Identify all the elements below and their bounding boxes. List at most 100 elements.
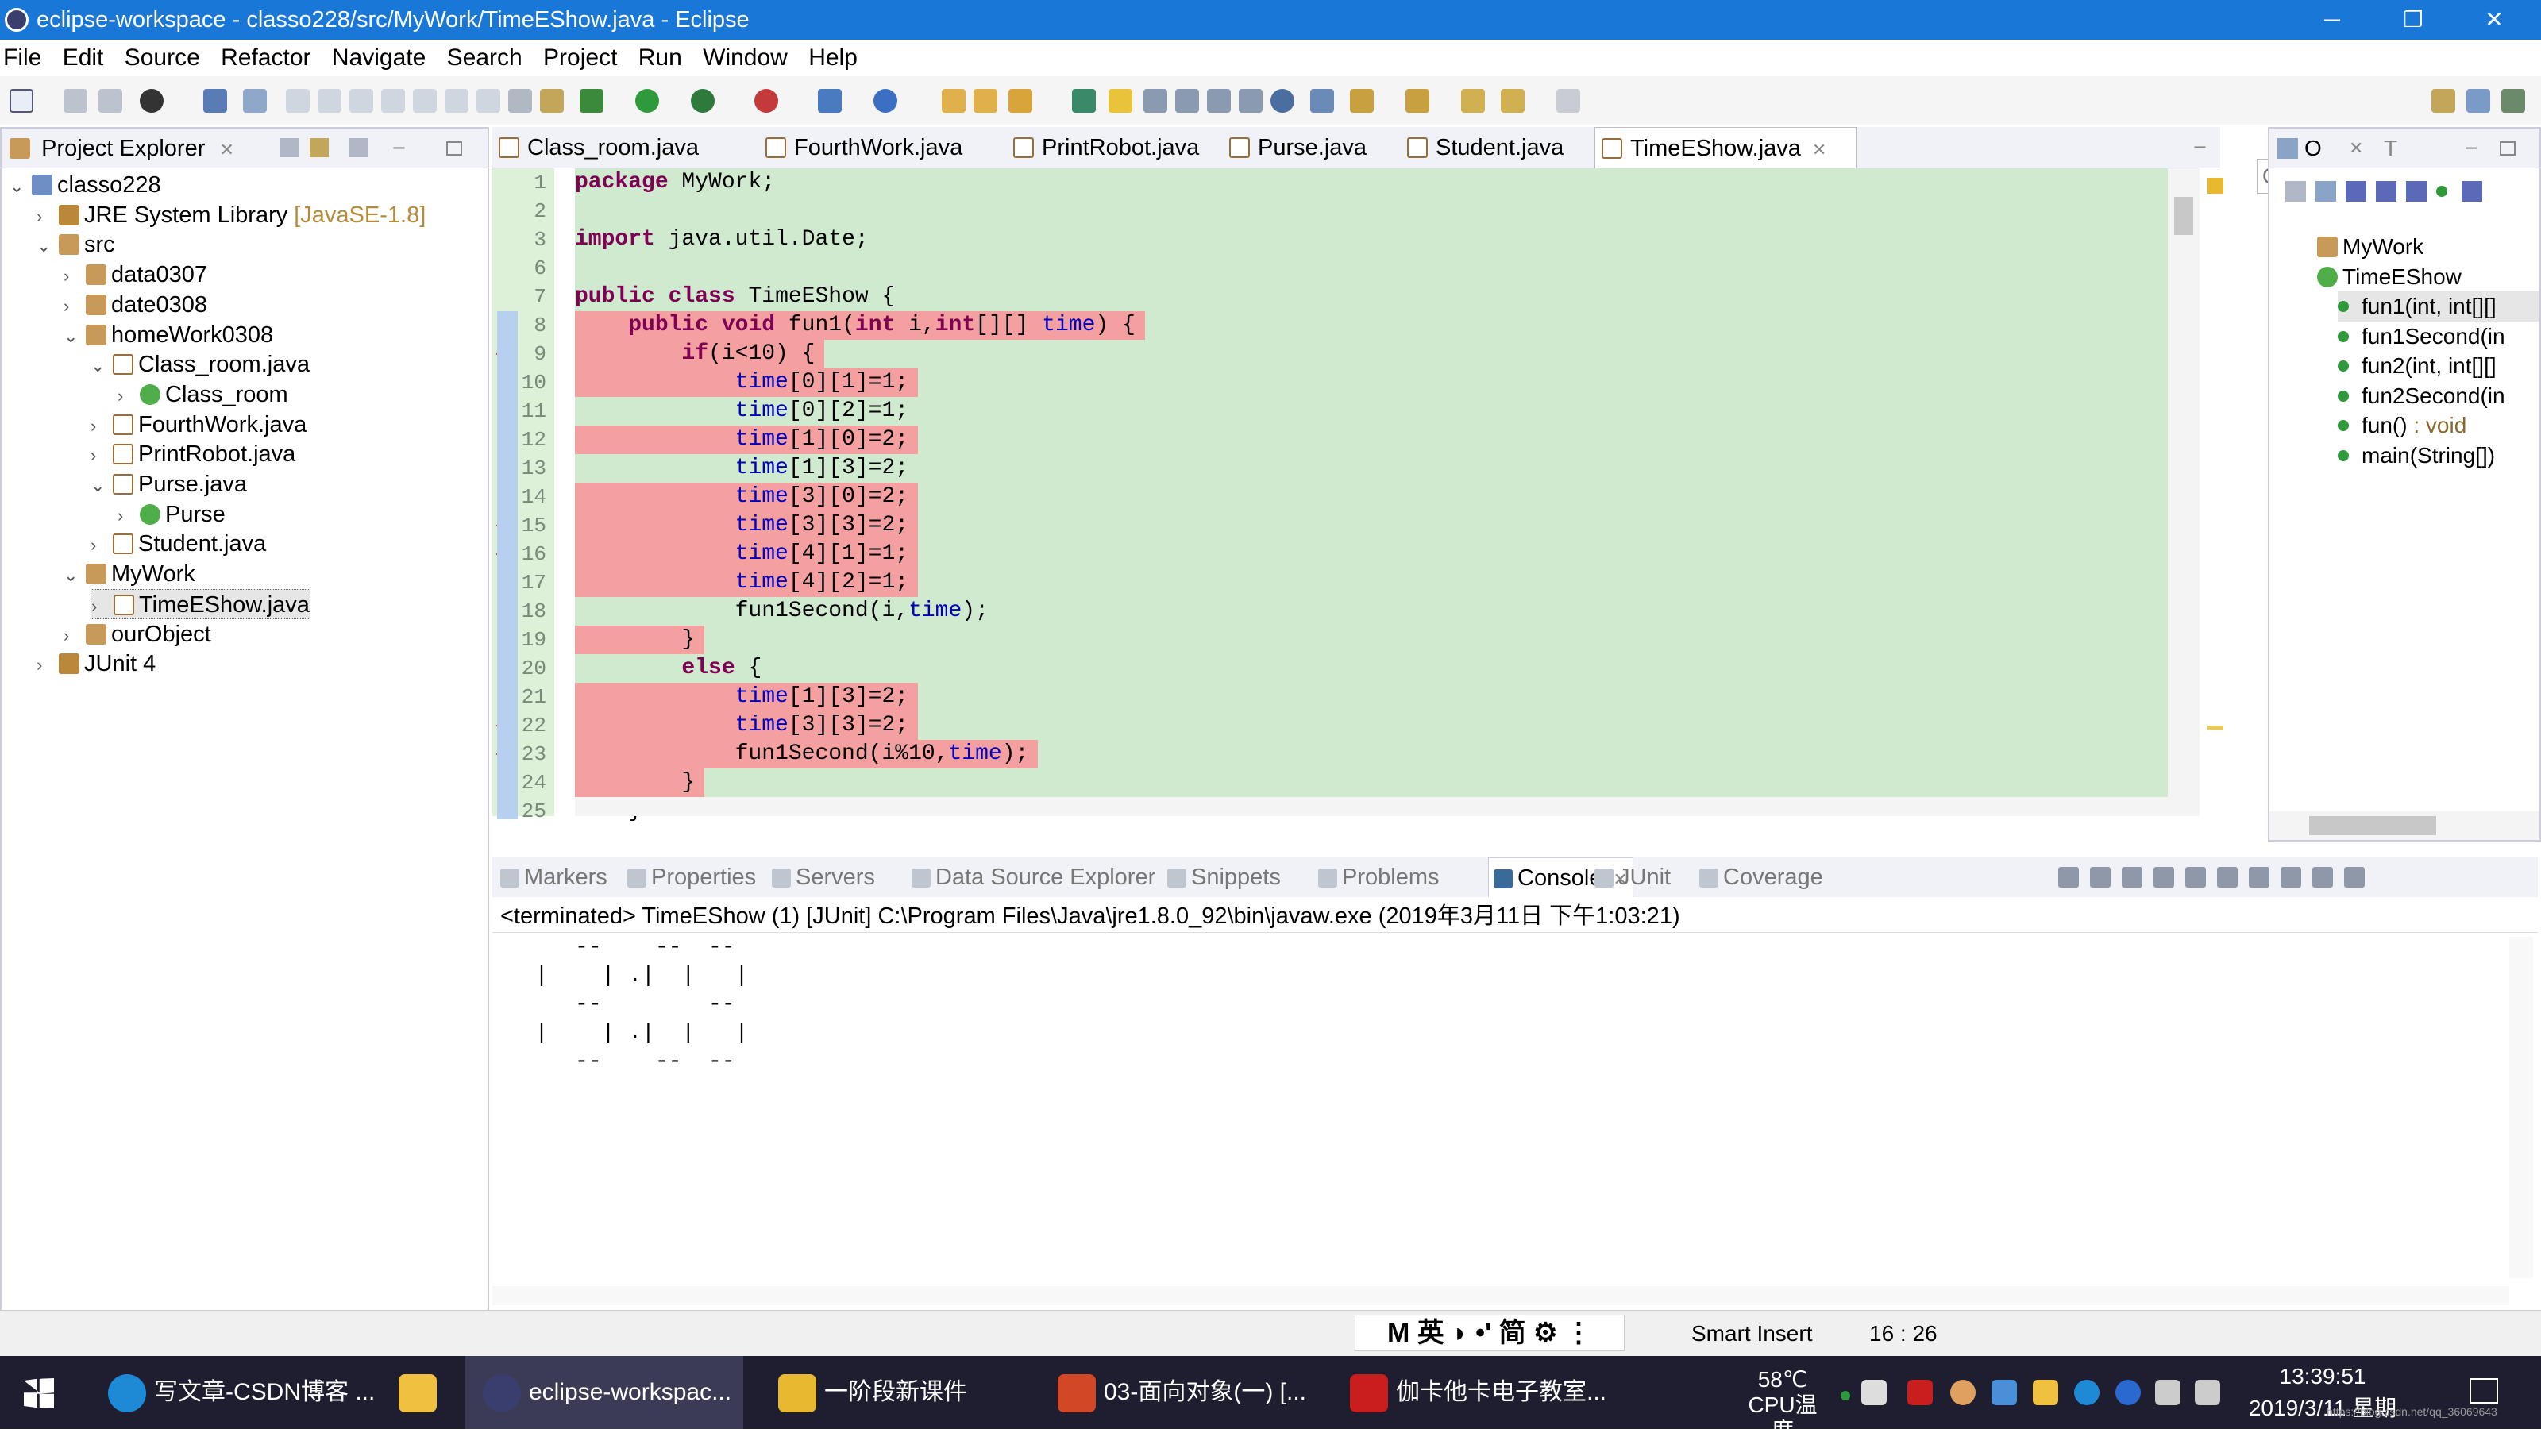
console-output[interactable]: -- -- -- | | .| | | -- -- | | .| | | -- … [508,934,749,1077]
code-line[interactable]: public void fun1(int i,int[][] time) { [575,311,1136,340]
forward-icon[interactable] [1501,89,1525,113]
code-line[interactable]: time[4][1]=1; [575,540,908,568]
drop-to-frame-icon[interactable] [508,89,532,113]
link-with-editor-icon[interactable] [310,138,329,157]
coverage-icon[interactable] [691,89,715,113]
menu-file[interactable]: File [3,44,41,71]
editor-scroll-thumb[interactable] [2174,197,2193,235]
open-console-icon[interactable] [2344,867,2365,888]
close-tab-icon[interactable]: ✕ [1812,140,1826,160]
tree-item[interactable]: › JRE System Library [JavaSE-1.8] [37,200,426,230]
bottom-tab[interactable]: Markers [500,857,607,897]
tree-item[interactable]: › TimeEShow.java [91,588,310,619]
code-line[interactable]: time[3][0]=2; [575,483,908,511]
hide-fields-icon[interactable] [2346,181,2366,202]
tree-item[interactable]: › data0307 [64,260,207,290]
outline-horizontal-scrollbar[interactable] [2269,811,2539,840]
start-menu-icon[interactable] [24,1378,54,1408]
toggle-annotation-icon[interactable] [1072,89,1096,113]
gamepad-icon[interactable] [1861,1380,1887,1405]
new-java-project-icon[interactable] [818,89,842,113]
bottom-tab[interactable]: Problems [1318,857,1440,897]
java-perspective-icon[interactable] [2466,89,2490,113]
back-icon[interactable] [1461,89,1485,113]
close-button[interactable]: ✕ [2458,0,2530,40]
menu-help[interactable]: Help [808,44,858,71]
bottom-tab[interactable]: Snippets [1167,857,1281,897]
next-annotation-icon[interactable] [1310,89,1334,113]
terminate-icon[interactable] [349,89,373,113]
collapsed-arrow-icon[interactable]: › [91,411,113,441]
outline-collapse-icon[interactable] [2285,181,2306,202]
code-line[interactable]: public class TimeEShow { [575,283,895,311]
clear-console-icon[interactable] [2153,867,2174,888]
save-all-icon[interactable] [98,89,122,113]
open-type-icon[interactable] [942,89,966,113]
collapsed-arrow-icon[interactable]: › [37,650,59,680]
display-console-icon[interactable] [2312,867,2333,888]
resume-icon[interactable] [286,89,310,113]
editor-tab[interactable]: TimeEShow.java ✕ [1594,127,1857,168]
link-outline-icon[interactable] [2462,181,2482,202]
outline-scroll-thumb[interactable] [2309,816,2436,835]
editor-horizontal-scrollbar[interactable] [575,797,2168,816]
classroom-tray-icon[interactable] [1907,1380,1933,1405]
restore-button[interactable]: ❐ [2377,0,2449,40]
menu-search[interactable]: Search [447,44,522,71]
mark-occurrences-icon[interactable] [1109,89,1132,113]
bottom-tab[interactable]: Servers [772,857,875,897]
expanded-arrow-icon[interactable]: ⌄ [91,471,113,501]
task-list-tab[interactable]: T [2384,129,2397,168]
tree-item[interactable]: ⌄ Purse.java [91,469,247,499]
network-share-icon[interactable] [1992,1380,2017,1405]
taskbar-powerpoint[interactable]: 03-面向对象(一) [... [1045,1356,1323,1429]
save-icon[interactable] [64,89,87,113]
collapsed-arrow-icon[interactable]: › [64,261,86,291]
tree-item[interactable]: ⌄ homeWork0308 [64,320,273,350]
bluetooth-icon[interactable] [2115,1380,2141,1405]
outline-item[interactable]: MyWork [2317,232,2539,262]
tree-item[interactable]: › date0308 [64,290,207,320]
code-line[interactable]: time[0][2]=1; [575,397,908,426]
hide-static-icon[interactable] [2376,181,2396,202]
code-area[interactable]: package MyWork; import java.util.Date; pub… [575,168,2168,823]
suspend-icon[interactable] [318,89,341,113]
expanded-arrow-icon[interactable]: ⌄ [91,351,113,381]
next-icon[interactable] [1556,89,1580,113]
expanded-arrow-icon[interactable]: ⌄ [10,171,32,202]
tree-item[interactable]: › FourthWork.java [91,410,307,440]
code-line[interactable]: time[4][2]=1; [575,568,908,597]
outline-item[interactable]: main(String[]) [2338,441,2539,471]
debug-icon[interactable] [580,89,603,113]
editor-tab[interactable]: Student.java [1401,127,1594,168]
code-line[interactable]: time[1][0]=2; [575,426,908,454]
menu-edit[interactable]: Edit [63,44,104,71]
taskbar-explorer[interactable]: 一阶段新课件 [767,1356,1021,1429]
outline-item[interactable]: fun2(int, int[][] [2338,351,2539,381]
code-line[interactable]: } [575,768,695,797]
new-icon[interactable] [10,89,33,113]
ime-toolbar[interactable]: M 英 ◗ •' 简 ⚙ ⋮ [1355,1315,1625,1351]
collapsed-arrow-icon[interactable]: › [118,381,140,411]
tree-item[interactable]: ⌄ src [37,229,115,260]
code-editor[interactable]: 1 2 3 6 7 8 9 10 11 12 13 14 15 16 17 18 19 20 21 22 23 24 25 … [492,168,2223,823]
use-step-filters-icon[interactable] [540,89,564,113]
editor-tab[interactable]: FourthWork.java [759,127,1007,168]
bottom-tab[interactable]: JUnit [1594,857,1671,897]
open-task-icon[interactable] [974,89,997,113]
remove-all-icon[interactable] [2122,867,2142,888]
collapsed-arrow-icon[interactable]: › [64,291,86,322]
skip-breakpoints-icon[interactable] [243,89,267,113]
minimize-view-icon[interactable]: − [392,129,406,168]
code-line[interactable]: fun1Second(i%10,time); [575,740,1029,768]
search-icon[interactable] [1008,89,1032,113]
close-outline-icon[interactable]: ✕ [2349,129,2363,168]
user-icon[interactable] [1950,1380,1976,1405]
minimize-outline-icon[interactable]: − [2465,129,2477,168]
outline-item[interactable]: fun() : void [2338,410,2539,441]
debug-perspective-icon[interactable] [140,89,164,113]
network-icon[interactable] [2155,1380,2180,1405]
code-line[interactable]: time[0][1]=1; [575,368,908,397]
outline-item[interactable]: fun1Second(in [2338,322,2539,352]
console-horizontal-scrollbar[interactable] [492,1286,2509,1305]
